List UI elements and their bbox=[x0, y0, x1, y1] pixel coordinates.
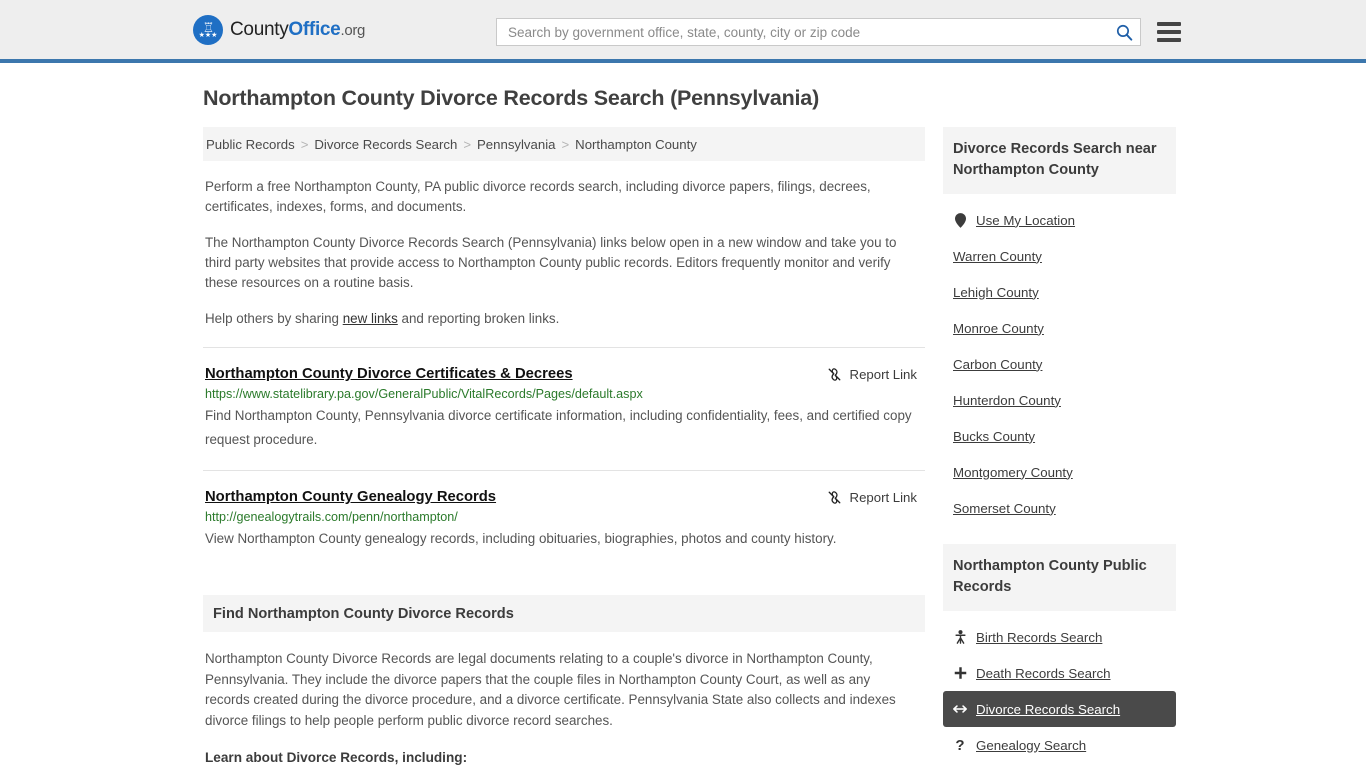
sidebar-item-label: Hunterdon County bbox=[953, 392, 1061, 408]
result-header: Northampton County Genealogy Records Rep… bbox=[205, 489, 925, 505]
sidebar-item-label: Bucks County bbox=[953, 428, 1036, 444]
map-pin-icon bbox=[953, 212, 967, 228]
result-title-link[interactable]: Northampton County Genealogy Records bbox=[205, 489, 496, 505]
sidebar-item-label: Use My Location bbox=[976, 212, 1076, 228]
sidebar-item-label: Somerset County bbox=[953, 500, 1056, 516]
sidebar-item-label: Birth Records Search bbox=[976, 629, 1103, 645]
breadcrumb-separator: > bbox=[463, 136, 472, 152]
result-header: Northampton County Divorce Certificates … bbox=[205, 366, 925, 382]
sidebar-item-hunterdon-county[interactable]: Hunterdon County bbox=[943, 382, 1176, 418]
find-records-heading: Find Northampton County Divorce Records bbox=[203, 595, 925, 632]
sidebar-item-divorce-records-search[interactable]: Divorce Records Search bbox=[943, 691, 1176, 727]
sidebar-item-montgomery-county[interactable]: Montgomery County bbox=[943, 454, 1176, 490]
new-links-link[interactable]: new links bbox=[343, 311, 398, 326]
brand-part-tld: .org bbox=[340, 21, 366, 39]
sidebar-item-bucks-county[interactable]: Bucks County bbox=[943, 418, 1176, 454]
sidebar-item-birth-records-search[interactable]: Birth Records Search bbox=[943, 619, 1176, 655]
broken-link-icon bbox=[828, 491, 840, 504]
sidebar-item-label: Lehigh County bbox=[953, 284, 1039, 300]
eagle-glyph: ♖ bbox=[202, 19, 215, 35]
content-layout: Public Records > Divorce Records Search … bbox=[203, 127, 1366, 768]
report-link-label: Report Link bbox=[849, 490, 917, 505]
intro-paragraph-2: The Northampton County Divorce Records S… bbox=[205, 235, 897, 290]
sidebar-item-warren-county[interactable]: Warren County bbox=[943, 238, 1176, 274]
broken-link-icon bbox=[828, 368, 840, 381]
sidebar: Divorce Records Search near Northampton … bbox=[943, 127, 1176, 768]
search-input[interactable] bbox=[508, 24, 1114, 40]
sidebar-item-label: Genealogy Search bbox=[976, 737, 1087, 753]
site-header: ♖ ★★★ CountyOffice.org bbox=[0, 0, 1366, 63]
report-link-label: Report Link bbox=[849, 367, 917, 382]
result-item: Northampton County Divorce Certificates … bbox=[203, 347, 925, 452]
sidebar-item-label: Montgomery County bbox=[953, 464, 1073, 480]
breadcrumb-separator: > bbox=[300, 136, 309, 152]
header-search-area bbox=[496, 18, 1181, 46]
intro-paragraph-1: Perform a free Northampton County, PA pu… bbox=[205, 179, 871, 214]
breadcrumb-item-3[interactable]: Northampton County bbox=[575, 137, 697, 152]
double-arrow-icon bbox=[953, 703, 967, 715]
county-office-badge-icon: ♖ ★★★ bbox=[193, 14, 223, 45]
breadcrumb: Public Records > Divorce Records Search … bbox=[203, 127, 925, 161]
breadcrumb-separator: > bbox=[561, 136, 570, 152]
result-url: http://genealogytrails.com/penn/northamp… bbox=[205, 510, 458, 524]
question-mark-icon: ? bbox=[955, 736, 965, 754]
sidebar-item-marriage-records-search[interactable]: Marriage Records Search bbox=[943, 763, 1176, 768]
sidebar-item-label: Warren County bbox=[953, 248, 1042, 264]
sidebar-public-records-list: Birth Records Search Death Records Searc… bbox=[943, 619, 1176, 768]
result-description: Find Northampton County, Pennsylvania di… bbox=[205, 408, 912, 447]
stars-glyph: ★★★ bbox=[198, 31, 218, 39]
sidebar-item-label: Monroe County bbox=[953, 320, 1044, 336]
search-icon[interactable] bbox=[1114, 22, 1134, 42]
breadcrumb-item-0[interactable]: Public Records bbox=[206, 137, 295, 152]
menu-bar-2 bbox=[1157, 30, 1181, 34]
sidebar-item-somerset-county[interactable]: Somerset County bbox=[943, 490, 1176, 526]
intro-paragraph-3: Help others by sharing new links and rep… bbox=[203, 309, 915, 329]
find-records-body: Northampton County Divorce Records are l… bbox=[205, 651, 896, 728]
report-link-button[interactable]: Report Link bbox=[827, 490, 925, 505]
report-link-button[interactable]: Report Link bbox=[827, 367, 925, 382]
sidebar-item-genealogy-search[interactable]: ? Genealogy Search bbox=[943, 727, 1176, 763]
hamburger-menu-icon[interactable] bbox=[1157, 22, 1181, 42]
intro-p3-after: and reporting broken links. bbox=[397, 311, 560, 326]
breadcrumb-item-2[interactable]: Pennsylvania bbox=[477, 137, 555, 152]
sidebar-item-death-records-search[interactable]: Death Records Search bbox=[943, 655, 1176, 691]
breadcrumb-item-1[interactable]: Divorce Records Search bbox=[314, 137, 457, 152]
sidebar-item-lehigh-county[interactable]: Lehigh County bbox=[943, 274, 1176, 310]
sidebar-item-use-my-location[interactable]: Use My Location bbox=[943, 202, 1176, 238]
intro-p3-before: Help others by sharing bbox=[205, 311, 343, 326]
brand-part-office: Office bbox=[288, 18, 341, 40]
baby-icon bbox=[953, 630, 967, 644]
learn-about-heading: Learn about Divorce Records, including: bbox=[205, 750, 468, 765]
search-box[interactable] bbox=[496, 18, 1141, 46]
result-item: Northampton County Genealogy Records Rep… bbox=[203, 470, 925, 551]
sidebar-nearby-heading: Divorce Records Search near Northampton … bbox=[943, 127, 1176, 194]
sidebar-nearby-list: Use My Location Warren County Lehigh Cou… bbox=[943, 202, 1176, 526]
brand-wordmark: CountyOffice.org bbox=[230, 19, 365, 41]
cross-icon bbox=[953, 666, 967, 680]
sidebar-item-monroe-county[interactable]: Monroe County bbox=[943, 310, 1176, 346]
page-title: Northampton County Divorce Records Searc… bbox=[203, 86, 820, 110]
sidebar-public-records-heading: Northampton County Public Records bbox=[943, 544, 1176, 611]
result-description: View Northampton County genealogy record… bbox=[205, 531, 837, 546]
main-column: Public Records > Divorce Records Search … bbox=[203, 127, 925, 768]
menu-bar-3 bbox=[1157, 38, 1181, 42]
sidebar-item-label: Death Records Search bbox=[976, 665, 1111, 681]
site-logo[interactable]: ♖ ★★★ CountyOffice.org bbox=[193, 14, 365, 45]
sidebar-item-label: Carbon County bbox=[953, 356, 1043, 372]
sidebar-item-label: Divorce Records Search bbox=[976, 701, 1121, 717]
brand-part-county: County bbox=[230, 18, 289, 40]
result-url: https://www.statelibrary.pa.gov/GeneralP… bbox=[205, 387, 643, 401]
menu-bar-1 bbox=[1157, 22, 1181, 26]
page-container: Northampton County Divorce Records Searc… bbox=[0, 63, 1366, 768]
sidebar-item-carbon-county[interactable]: Carbon County bbox=[943, 346, 1176, 382]
result-title-link[interactable]: Northampton County Divorce Certificates … bbox=[205, 366, 573, 382]
